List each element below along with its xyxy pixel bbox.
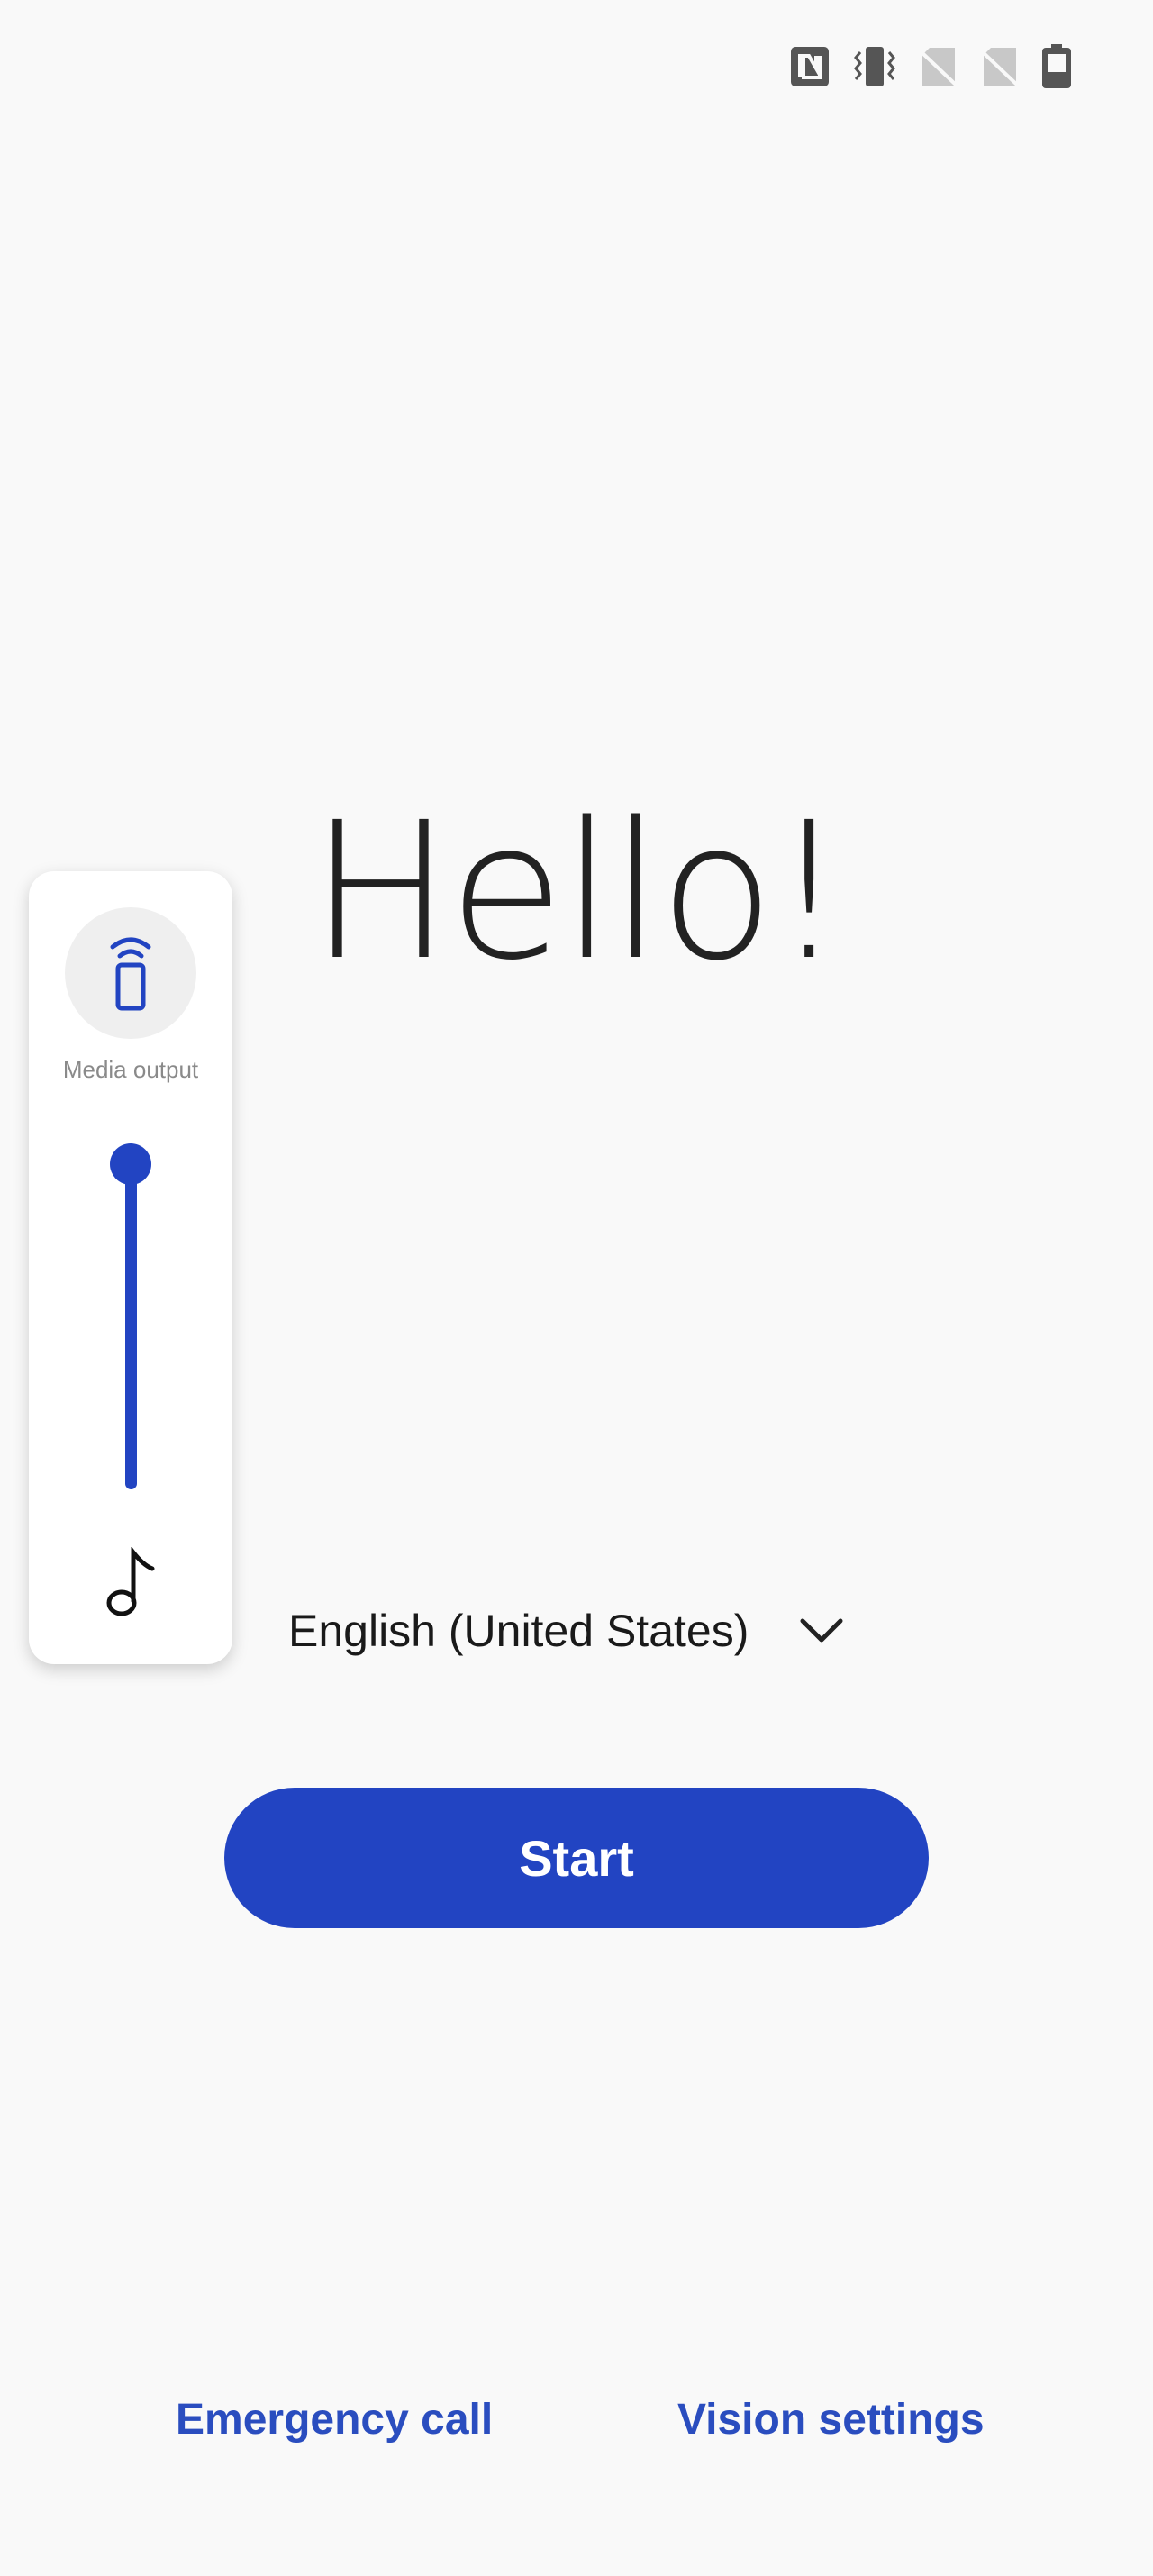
start-button[interactable]: Start — [224, 1788, 929, 1928]
vibrate-icon — [852, 45, 897, 88]
no-sim-icon — [980, 46, 1020, 87]
volume-slider-track[interactable] — [125, 1165, 137, 1489]
volume-panel: Media output — [29, 871, 232, 1664]
language-selector[interactable]: English (United States) — [288, 1595, 844, 1667]
no-sim-icon — [919, 46, 958, 87]
battery-icon — [1041, 44, 1072, 89]
media-output-label: Media output — [62, 1056, 199, 1083]
media-output-icon — [104, 931, 158, 1016]
language-label: English (United States) — [288, 1606, 749, 1656]
emergency-call-link[interactable]: Emergency call — [176, 2395, 493, 2444]
media-output-button[interactable] — [65, 907, 196, 1039]
volume-slider-thumb[interactable] — [110, 1143, 151, 1185]
music-note-icon — [104, 1545, 158, 1624]
chevron-down-icon — [799, 1617, 844, 1644]
nfc-icon — [789, 45, 831, 88]
status-bar — [789, 40, 1072, 94]
vision-settings-link[interactable]: Vision settings — [677, 2395, 985, 2444]
